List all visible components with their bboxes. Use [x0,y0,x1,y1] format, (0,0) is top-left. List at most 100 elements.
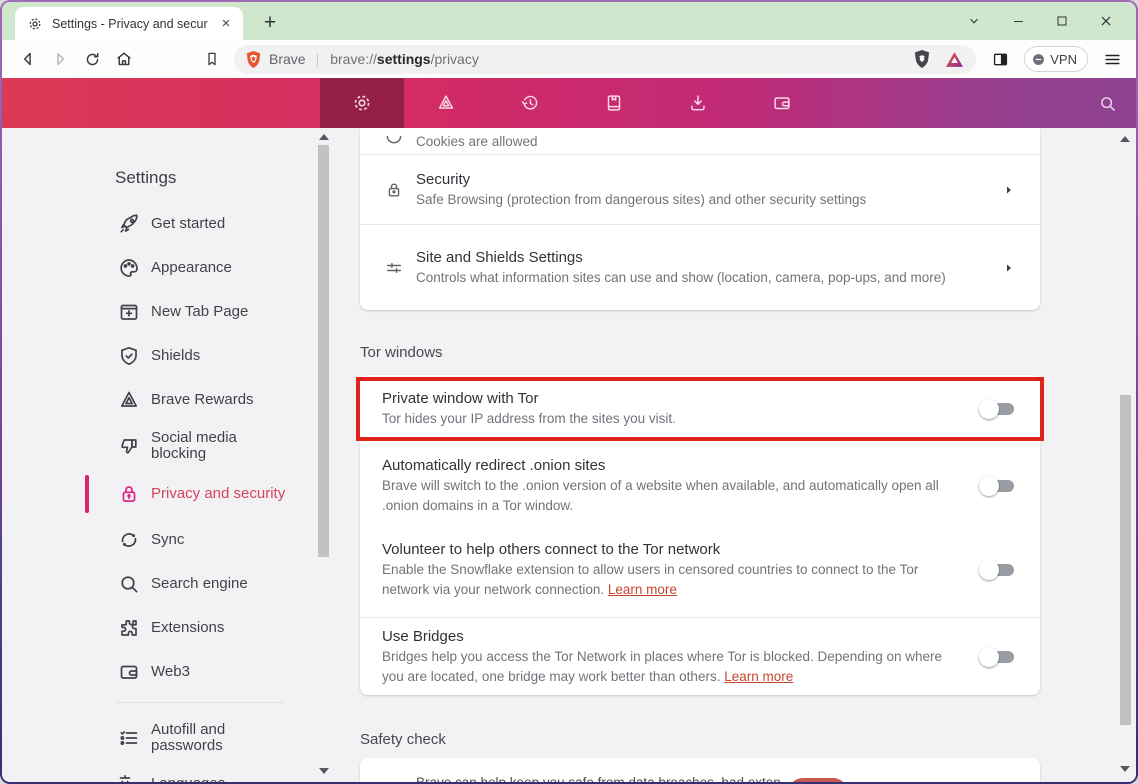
sidebar-item-label: Sync [151,532,293,548]
maximize-button[interactable] [1040,5,1084,37]
row-title: Security [416,170,989,190]
sidebar-item-label: Autofill and passwords [151,722,293,754]
tab-settings[interactable]: Settings - Privacy and security × [15,7,243,40]
sidebar-item-label: Extensions [151,620,293,636]
sidebar-item-label: Brave Rewards [151,392,293,408]
sidebar-item-get-started[interactable]: Get started [85,210,332,238]
row-subtitle: Enable the Snowflake extension to allow … [382,560,957,600]
volunteer-snowflake-toggle[interactable] [981,563,1015,577]
sidebar-heading: Settings [115,168,332,196]
back-button[interactable] [14,45,42,73]
sidebar-item-privacy-and-security[interactable]: Privacy and security [85,478,332,510]
url-separator: | [316,51,320,67]
use-bridges-row[interactable]: Use Bridges Bridges help you access the … [360,624,1040,690]
learn-more-link[interactable]: Learn more [724,669,793,684]
row-title: Site and Shields Settings [416,248,989,268]
security-row[interactable]: Security Safe Browsing (protection from … [360,155,1040,224]
shield-check-icon [117,344,141,368]
sidebar-item-label: Get started [151,216,293,232]
sidebar-item-search-engine[interactable]: Search engine [85,570,332,598]
close-window-button[interactable] [1084,5,1128,37]
settings-main: Cookies are allowed Security Safe Browsi… [332,128,1136,782]
scroll-down-arrow-icon[interactable] [1120,766,1130,772]
gear-favicon-icon [27,16,43,32]
auto-redirect-onion-row[interactable]: Automatically redirect .onion sites Brav… [360,452,1040,520]
vpn-button[interactable]: VPN [1024,46,1088,72]
sidebar-item-shields[interactable]: Shields [85,342,332,370]
row-title: Automatically redirect .onion sites [382,456,967,476]
banner-downloads-icon[interactable] [656,78,740,128]
scroll-down-arrow-icon[interactable] [319,768,329,774]
bookmark-icon[interactable] [198,45,226,73]
check-now-button-partial[interactable] [788,778,848,782]
sidebar-item-new-tab-page[interactable]: New Tab Page [85,298,332,326]
new-tab-button[interactable]: + [257,10,283,36]
settings-banner [2,78,1136,128]
forward-button[interactable] [46,45,74,73]
minimize-button[interactable] [996,5,1040,37]
row-title: Use Bridges [382,627,967,647]
private-window-with-tor-row[interactable]: Private window with Tor Tor hides your I… [360,381,1040,437]
banner-wallet-icon[interactable] [740,78,824,128]
sidebar-item-extensions[interactable]: Extensions [85,614,332,642]
puzzle-icon [117,616,141,640]
url-text[interactable]: brave://settings/privacy [330,51,479,67]
banner-history-icon[interactable] [488,78,572,128]
cookies-status-label: Cookies are allowed [416,134,538,150]
page-scrollbar-thumb[interactable] [1120,395,1131,725]
brave-shields-icon[interactable] [913,49,931,69]
brave-rewards-triangle-icon[interactable] [945,51,964,68]
sidebar-item-label: Search engine [151,576,293,592]
site-label[interactable]: Brave [269,51,306,67]
sidebar-item-appearance[interactable]: Appearance [85,254,332,282]
sidebar-item-social-media-blocking[interactable]: Social media blocking [85,430,332,462]
scroll-up-arrow-icon[interactable] [1120,136,1130,142]
sidebar-scrollbar-thumb[interactable] [318,145,329,557]
tor-windows-card: Private window with Tor Tor hides your I… [360,375,1040,695]
palette-icon [117,256,141,280]
row-title: Private window with Tor [382,389,967,409]
settings-content: Settings Get started Appearance [2,128,1136,782]
reload-button[interactable] [78,45,106,73]
banner-bookmarks-icon[interactable] [572,78,656,128]
tab-search-chevron-icon[interactable] [952,5,996,37]
sidebar-toggle-icon[interactable] [986,45,1014,73]
safety-check-text-partial: Brave can help keep you safe from data b… [416,775,781,782]
cookies-row-partial[interactable]: Cookies are allowed [360,128,1040,154]
auto-redirect-onion-toggle[interactable] [981,479,1015,493]
tab-strip: Settings - Privacy and security × + [2,2,1136,40]
cookie-icon [382,136,406,150]
menu-hamburger-icon[interactable] [1098,45,1126,73]
page-scrollbar[interactable] [1119,128,1132,782]
tab-close-icon[interactable]: × [217,15,235,33]
row-divider [360,617,1040,618]
sidebar-item-web3[interactable]: Web3 [85,658,332,686]
sidebar-item-autofill-and-passwords[interactable]: Autofill and passwords [85,722,332,754]
sidebar-item-brave-rewards[interactable]: Brave Rewards [85,386,332,414]
site-and-shields-row[interactable]: Site and Shields Settings Controls what … [360,225,1040,310]
home-button[interactable] [110,45,138,73]
use-bridges-toggle[interactable] [981,650,1015,664]
settings-sidebar: Settings Get started Appearance [2,128,332,782]
banner-rewards-icon[interactable] [404,78,488,128]
sidebar-item-languages[interactable]: Languages [85,770,332,782]
address-bar[interactable]: Brave | brave://settings/privacy [234,45,976,74]
sidebar-scrollbar[interactable] [318,128,329,782]
scroll-up-arrow-icon[interactable] [319,134,329,140]
sidebar-divider [115,702,285,703]
safety-check-card-partial: Brave can help keep you safe from data b… [360,758,1040,782]
learn-more-link[interactable]: Learn more [608,582,677,597]
banner-search-icon[interactable] [1097,78,1118,128]
brave-shield-orange-icon[interactable] [245,50,262,69]
sidebar-item-label: New Tab Page [151,304,293,320]
thumbs-down-icon [117,434,141,458]
private-window-with-tor-toggle[interactable] [981,402,1015,416]
banner-settings-gear-icon[interactable] [320,78,404,128]
volunteer-snowflake-row[interactable]: Volunteer to help others connect to the … [360,536,1040,604]
privacy-card-partial: Cookies are allowed Security Safe Browsi… [360,128,1040,310]
lock-icon [117,482,141,506]
navigation-toolbar: Brave | brave://settings/privacy VPN [2,40,1136,78]
sidebar-item-sync[interactable]: Sync [85,526,332,554]
sidebar-item-label: Privacy and security [151,486,293,502]
sync-icon [117,528,141,552]
